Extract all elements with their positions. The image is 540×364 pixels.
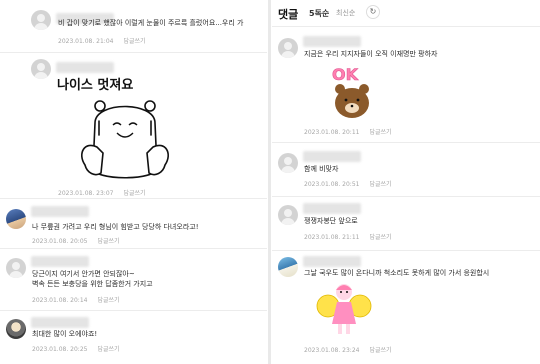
ok-bear-sticker-image: OK <box>332 65 369 118</box>
nickname-blurred[interactable] <box>303 36 361 47</box>
comment-date: 2023.01.08. 20:14 <box>32 297 88 304</box>
panel-divider <box>268 0 271 364</box>
comment-meta: 2023.01.08. 20:11 답글쓰기 <box>304 127 392 136</box>
reply-link[interactable]: 답글쓰기 <box>123 190 145 197</box>
right-comment-panel: 댓글 5독순 최신순 ↻ 지금은 우리 지지자들이 오직 이재명만 팡하자 OK… <box>272 0 540 364</box>
reply-link[interactable]: 답글쓰기 <box>369 234 391 241</box>
avatar[interactable] <box>6 209 26 229</box>
comment-text: 나 무릎권 가려고 우리 형님이 힘받고 당당하 다녀오라고! <box>32 223 199 231</box>
comment-meta: 2023.01.08. 21:04 답글쓰기 <box>58 36 146 45</box>
comment-text: 그날 국우도 많이 온다니까 척소리도 못하게 많이 가서 응원합시 <box>304 269 490 277</box>
comment-item: 최대한 많이 오에야죠! 2023.01.08. 20:25 답글쓰기 <box>0 311 267 364</box>
avatar[interactable] <box>278 153 298 173</box>
nickname-blurred[interactable] <box>303 256 361 267</box>
comment-item: 나 무릎권 가려고 우리 형님이 힘받고 당당하 다녀오라고! 2023.01.… <box>0 199 267 247</box>
sticker-caption: OK <box>332 65 359 84</box>
sort-option-selected[interactable]: 5독순 <box>309 8 329 19</box>
comment-date: 2023.01.08. 21:04 <box>58 38 114 45</box>
comment-date: 2023.01.08. 20:05 <box>32 238 88 245</box>
comment-date: 2023.01.08. 20:11 <box>304 129 360 136</box>
avatar[interactable] <box>31 59 51 79</box>
sort-option-latest[interactable]: 최신순 <box>336 8 355 18</box>
comment-item: 지금은 우리 지지자들이 오직 이재명만 팡하자 <box>272 27 540 142</box>
reply-link[interactable]: 답글쓰기 <box>97 346 119 353</box>
avatar[interactable] <box>278 38 298 58</box>
avatar[interactable] <box>278 257 298 277</box>
nickname-blurred[interactable] <box>31 206 89 217</box>
avatar[interactable] <box>6 319 26 339</box>
comment-item: 비 갑이 맞기로 했잖아 이럴게 눈물이 주르륵 흘렀어요...우리 가 202… <box>0 0 267 52</box>
comment-text: 비 갑이 맞기로 했잖아 이럴게 눈물이 주르륵 흘렀어요...우리 가 <box>58 19 244 27</box>
comment-text: 함께 비맞자 <box>304 165 339 173</box>
avatar[interactable] <box>31 10 51 30</box>
comment-meta: 2023.01.08. 23:24 답글쓰기 <box>304 345 392 354</box>
comment-date: 2023.01.08. 21:11 <box>304 234 360 241</box>
comment-date: 2023.01.08. 23:24 <box>304 347 360 354</box>
comment-meta: 2023.01.08. 20:14 답글쓰기 <box>32 295 120 304</box>
comment-item: 쟁쟁자봉단 앞으로 2023.01.08. 21:11 답글쓰기 <box>272 197 540 249</box>
reply-link[interactable]: 답글쓰기 <box>97 297 119 304</box>
comment-meta: 2023.01.08. 20:51 답글쓰기 <box>304 179 392 188</box>
comment-date: 2023.01.08. 23:07 <box>58 190 114 197</box>
comment-date: 2023.01.08. 20:25 <box>32 346 88 353</box>
comment-meta: 2023.01.08. 23:07 답글쓰기 <box>58 188 146 197</box>
nickname-blurred[interactable] <box>56 62 114 73</box>
comment-text: 지금은 우리 지지자들이 오직 이재명만 팡하자 <box>304 50 438 58</box>
reply-link[interactable]: 답글쓰기 <box>369 181 391 188</box>
comment-meta: 2023.01.08. 20:05 답글쓰기 <box>32 236 120 245</box>
avatar[interactable] <box>6 258 26 278</box>
reply-link[interactable]: 답글쓰기 <box>123 38 145 45</box>
comment-meta: 2023.01.08. 20:25 답글쓰기 <box>32 344 120 353</box>
reply-link[interactable]: 답글쓰기 <box>369 129 391 136</box>
reply-link[interactable]: 답글쓰기 <box>97 238 119 245</box>
avatar[interactable] <box>278 205 298 225</box>
comments-title: 댓글 <box>278 8 299 21</box>
refresh-icon[interactable]: ↻ <box>366 5 380 19</box>
comment-date: 2023.01.08. 20:51 <box>304 181 360 188</box>
comment-text-line-1: 당근이지 여기서 안가면 안되잖아~ <box>32 270 135 278</box>
nickname-blurred[interactable] <box>303 151 361 162</box>
comment-meta: 2023.01.08. 21:11 답글쓰기 <box>304 232 392 241</box>
comment-text-line-2: 벽속 든든 보충당을 위한 답좀한거 가지고 <box>32 280 153 288</box>
comment-text: 쟁쟁자봉단 앞으로 <box>304 217 358 225</box>
left-comment-panel: 비 갑이 맞기로 했잖아 이럴게 눈물이 주르륵 흘렀어요...우리 가 202… <box>0 0 267 364</box>
reply-link[interactable]: 답글쓰기 <box>369 347 391 354</box>
comment-text: 최대한 많이 오에야죠! <box>32 330 98 338</box>
comment-item: 당근이지 여기서 안가면 안되잖아~ 벽속 든든 보충당을 위한 답좀한거 가지… <box>0 249 267 309</box>
nickname-blurred[interactable] <box>31 256 89 267</box>
nickname-blurred[interactable] <box>31 317 89 328</box>
cheerleader-sticker-image <box>316 284 372 334</box>
nice-sticker-image: 나이스 멋져요 <box>57 77 169 179</box>
sticker-caption: 나이스 멋져요 <box>57 77 133 93</box>
comment-item: 함께 비맞자 2023.01.08. 20:51 답글쓰기 <box>272 143 540 195</box>
nickname-blurred[interactable] <box>303 203 361 214</box>
